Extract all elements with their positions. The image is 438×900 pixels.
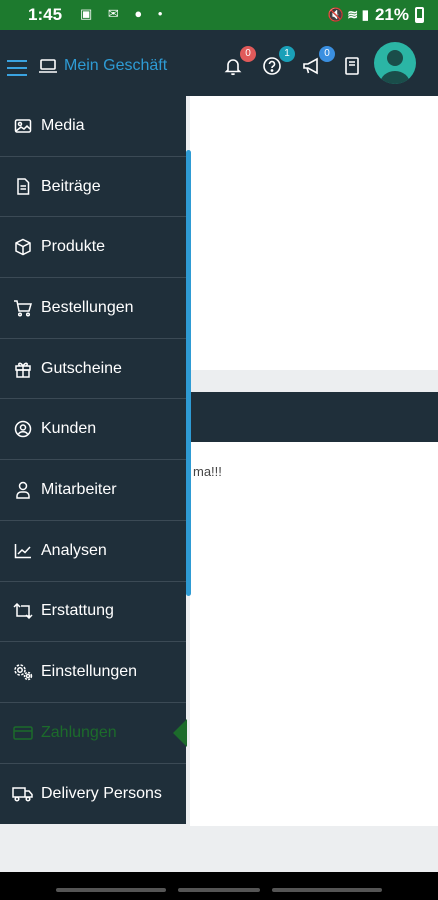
content-text: ma!!! xyxy=(193,464,222,479)
system-nav-bar xyxy=(0,872,438,900)
battery-percent: 21% xyxy=(374,5,409,24)
sidebar-item-label: Gutscheine xyxy=(41,359,122,377)
status-bar: 1:45 ▣ ✉ ● • 🔇 ≋ ▮ 21% xyxy=(0,0,438,30)
notifications-bell-icon[interactable]: 0 xyxy=(222,46,256,78)
sidebar-item-label: Mitarbeiter xyxy=(41,480,117,498)
sidebar-item-label: Analysen xyxy=(41,541,107,559)
image-icon xyxy=(12,117,34,135)
refund-icon xyxy=(12,602,34,620)
app-header: Mein Geschäft 0 1 0 xyxy=(0,30,438,96)
menu-toggle-icon[interactable] xyxy=(7,60,27,76)
cart-icon xyxy=(12,299,34,317)
sidebar-item-label: Einstellungen xyxy=(41,663,138,681)
status-system-icons: 🔇 ≋ ▮ xyxy=(327,7,369,22)
user-icon xyxy=(12,481,34,499)
status-notification-icons: ▣ ✉ ● • xyxy=(80,6,169,21)
content-card xyxy=(190,96,438,370)
help-icon[interactable]: 1 xyxy=(261,46,295,78)
sidebar-item-delivery-persons[interactable]: Delivery Persons xyxy=(0,764,186,825)
user-avatar-icon xyxy=(380,50,410,84)
help-badge: 1 xyxy=(279,46,295,62)
sidebar-item-beitraege[interactable]: Beiträge xyxy=(0,157,186,218)
settings-icon xyxy=(12,663,34,681)
sidebar-item-gutscheine[interactable]: Gutscheine xyxy=(0,339,186,400)
sidebar-item-analysen[interactable]: Analysen xyxy=(0,521,186,582)
box-icon xyxy=(12,238,34,256)
announcements-badge: 0 xyxy=(319,46,335,62)
notifications-badge: 0 xyxy=(240,46,256,62)
store-link[interactable]: Mein Geschäft xyxy=(38,57,167,75)
sidebar-item-label: Produkte xyxy=(41,238,106,256)
sidebar-menu: Media Beiträge Produkte Bestellungen Gut… xyxy=(0,96,187,825)
sidebar-item-bestellungen[interactable]: Bestellungen xyxy=(0,278,186,339)
sidebar-item-label: Bestellungen xyxy=(41,298,134,316)
sidebar-item-label: Beiträge xyxy=(41,177,101,195)
sidebar-item-produkte[interactable]: Produkte xyxy=(0,217,186,279)
truck-icon xyxy=(12,785,34,803)
sidebar-item-label: Media xyxy=(41,116,85,134)
sidebar-item-media[interactable]: Media xyxy=(0,96,186,157)
content-section-header xyxy=(190,392,438,442)
sidebar-item-mitarbeiter[interactable]: Mitarbeiter xyxy=(0,460,186,521)
content-body xyxy=(190,442,438,826)
sidebar-item-einstellungen[interactable]: Einstellungen xyxy=(0,642,186,703)
avatar[interactable] xyxy=(374,42,416,84)
megaphone-icon[interactable]: 0 xyxy=(301,46,335,78)
laptop-icon xyxy=(39,59,57,73)
sidebar-item-label: Kunden xyxy=(41,420,97,438)
active-indicator xyxy=(173,718,187,747)
gift-icon xyxy=(12,360,34,378)
sidebar-item-zahlungen[interactable]: Zahlungen xyxy=(0,703,187,764)
store-label: Mein Geschäft xyxy=(64,57,168,74)
nav-back-handle[interactable] xyxy=(272,888,382,892)
sidebar-scrollbar[interactable] xyxy=(186,150,191,596)
status-right: 🔇 ≋ ▮ 21% xyxy=(327,5,424,25)
sidebar-item-label: Delivery Persons xyxy=(41,784,162,802)
chart-line-icon xyxy=(12,542,34,560)
sidebar-item-label: Zahlungen xyxy=(41,723,117,741)
status-time: 1:45 xyxy=(28,5,63,24)
nav-recents-handle[interactable] xyxy=(56,888,166,892)
nav-home-handle[interactable] xyxy=(178,888,260,892)
book-icon[interactable] xyxy=(341,56,363,78)
sidebar-item-kunden[interactable]: Kunden xyxy=(0,399,186,461)
battery-icon xyxy=(415,7,424,23)
user-circle-icon xyxy=(12,420,34,438)
document-icon xyxy=(12,178,34,196)
credit-card-icon xyxy=(12,724,34,742)
sidebar-item-erstattung[interactable]: Erstattung xyxy=(0,582,186,643)
sidebar-item-label: Erstattung xyxy=(41,602,114,620)
